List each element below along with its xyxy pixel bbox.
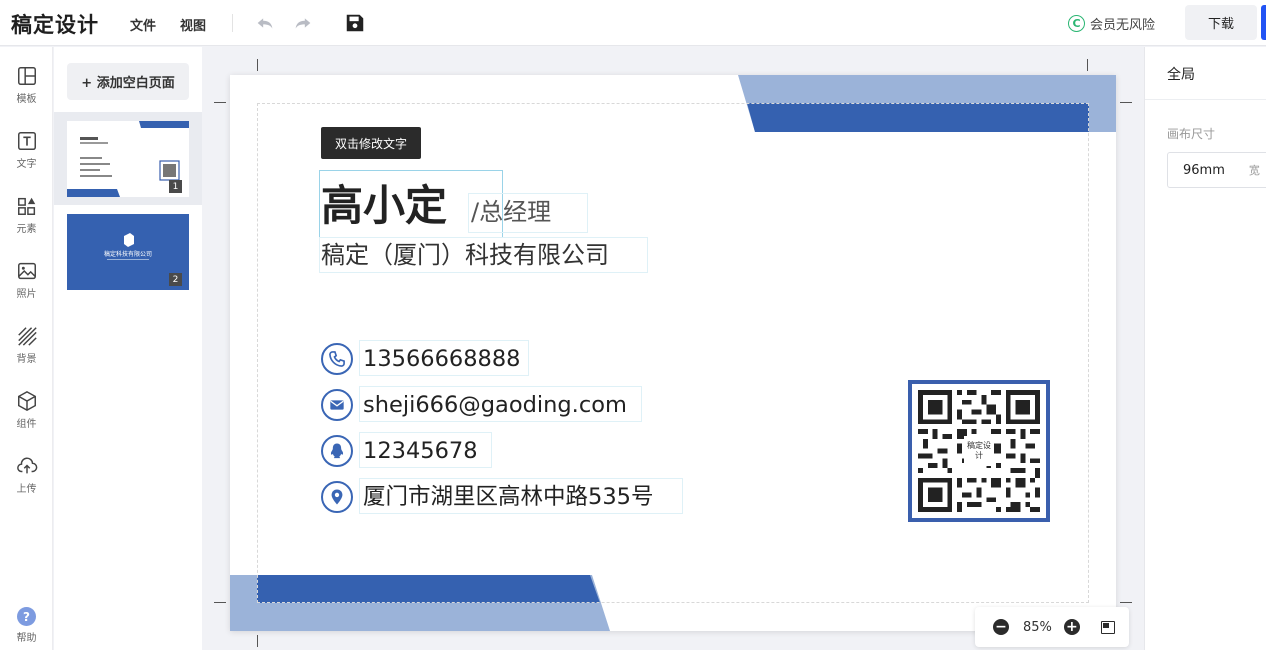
canvas-width-value: 96mm	[1183, 162, 1225, 178]
company-text[interactable]: 稿定（厦门）科技有限公司	[321, 239, 609, 271]
crop-mark	[1087, 59, 1088, 71]
toolbar-divider	[232, 14, 233, 32]
zoom-control: − 85% +	[975, 607, 1129, 647]
page-thumbnail-2[interactable]: 稿定科技有限公司 2	[54, 205, 202, 298]
canvas-size-label: 画布尺寸	[1167, 127, 1216, 141]
page-1-preview: 1	[67, 121, 189, 197]
page-thumbnail-1[interactable]: 1	[54, 112, 202, 205]
crop-mark	[214, 102, 226, 103]
canvas-width-unit: 宽	[1248, 164, 1260, 177]
page-number-badge: 2	[169, 273, 182, 286]
qr-code[interactable]: 稿定设计	[908, 380, 1050, 522]
save-icon[interactable]	[344, 12, 366, 34]
zoom-in-icon[interactable]: +	[1063, 619, 1080, 635]
qq-text: 12345678	[363, 438, 478, 464]
rail-label: 帮助	[16, 633, 37, 644]
properties-divider	[1145, 99, 1266, 100]
thumb-company-name: 稿定科技有限公司	[103, 251, 152, 258]
rail-label: 模板	[16, 94, 37, 105]
redo-icon[interactable]	[292, 12, 314, 34]
rail-label: 上传	[16, 484, 37, 495]
top-bar: 稿定设计 文件 视图 C 会员无风险 下载	[0, 0, 1266, 46]
rail-item-component[interactable]: 组件	[0, 390, 53, 430]
name-text[interactable]: 高小定	[321, 180, 447, 232]
help-icon: ?	[17, 607, 36, 626]
page-number-badge: 1	[169, 180, 182, 193]
vip-text: 会员无风险	[1090, 17, 1156, 33]
text-icon	[17, 132, 36, 150]
download-button[interactable]: 下载	[1185, 5, 1257, 40]
vip-badge[interactable]: C 会员无风险	[1068, 13, 1155, 33]
phone-text: 13566668888	[363, 346, 521, 372]
template-icon	[17, 67, 36, 85]
canvas-width-input[interactable]: 96mm 宽	[1167, 152, 1266, 188]
component-icon	[17, 390, 36, 412]
share-button-edge[interactable]	[1261, 5, 1266, 40]
rail-item-upload[interactable]: 上传	[0, 455, 53, 495]
edit-text-tooltip: 双击修改文字	[321, 127, 422, 159]
rail-item-template[interactable]: 模板	[0, 65, 53, 105]
rail-label: 背景	[16, 354, 37, 365]
rail-label: 文字	[16, 159, 37, 170]
pages-panel: + 添加空白页面 1 稿定科技有限公司 2	[54, 47, 202, 650]
zoom-level: 85%	[1023, 619, 1052, 635]
canvas-workspace[interactable]: 双击修改文字 高小定 /总经理 稿定（厦门）科技有限公司 13566668888…	[202, 47, 1143, 650]
qq-icon	[321, 435, 353, 467]
elements-icon	[17, 197, 35, 215]
rail-item-background[interactable]: 背景	[0, 325, 53, 365]
page-2-preview: 稿定科技有限公司 2	[67, 214, 189, 290]
undo-icon[interactable]	[254, 12, 276, 34]
properties-title: 全局	[1167, 67, 1195, 83]
crop-mark	[1120, 602, 1132, 603]
job-title-text[interactable]: /总经理	[471, 197, 551, 227]
rail-item-elements[interactable]: 元素	[0, 195, 53, 235]
upload-icon	[16, 457, 37, 474]
qr-center-logo: 稿定设计	[964, 436, 994, 466]
email-text: sheji666@gaoding.com	[363, 392, 627, 418]
mail-icon	[321, 389, 353, 421]
contact-address[interactable]: 厦门市湖里区高林中路535号	[321, 481, 653, 513]
rail-label: 组件	[16, 419, 37, 430]
tool-rail: 模板 文字 元素 照片 背景 组件 上传 ? 帮助	[0, 47, 53, 650]
rail-item-help[interactable]: ? 帮助	[0, 607, 53, 644]
app-logo[interactable]: 稿定设计	[11, 9, 99, 39]
crop-mark	[214, 602, 226, 603]
contact-phone[interactable]: 13566668888	[321, 343, 520, 375]
file-menu[interactable]: 文件	[130, 15, 156, 34]
zoom-out-icon[interactable]: −	[993, 619, 1009, 635]
rail-item-text[interactable]: 文字	[0, 130, 53, 170]
address-text: 厦门市湖里区高林中路535号	[363, 484, 654, 510]
copyright-icon: C	[1068, 14, 1085, 32]
crop-mark	[257, 59, 258, 71]
rail-label: 元素	[16, 224, 37, 235]
add-blank-page-button[interactable]: + 添加空白页面	[67, 63, 189, 100]
crop-mark	[1120, 102, 1132, 103]
properties-panel: 全局 画布尺寸 96mm 宽	[1144, 47, 1266, 650]
business-card-canvas[interactable]: 双击修改文字 高小定 /总经理 稿定（厦门）科技有限公司 13566668888…	[230, 75, 1116, 631]
fit-screen-icon[interactable]	[1100, 620, 1115, 634]
contact-email[interactable]: sheji666@gaoding.com	[321, 389, 627, 421]
view-menu[interactable]: 视图	[180, 15, 206, 34]
rail-item-photo[interactable]: 照片	[0, 260, 53, 300]
rail-label: 照片	[16, 289, 37, 300]
background-icon	[17, 327, 37, 346]
contact-qq[interactable]: 12345678	[321, 435, 478, 467]
location-pin-icon	[321, 481, 353, 513]
phone-icon	[321, 343, 353, 375]
photo-icon	[17, 262, 36, 280]
crop-mark	[257, 635, 258, 647]
